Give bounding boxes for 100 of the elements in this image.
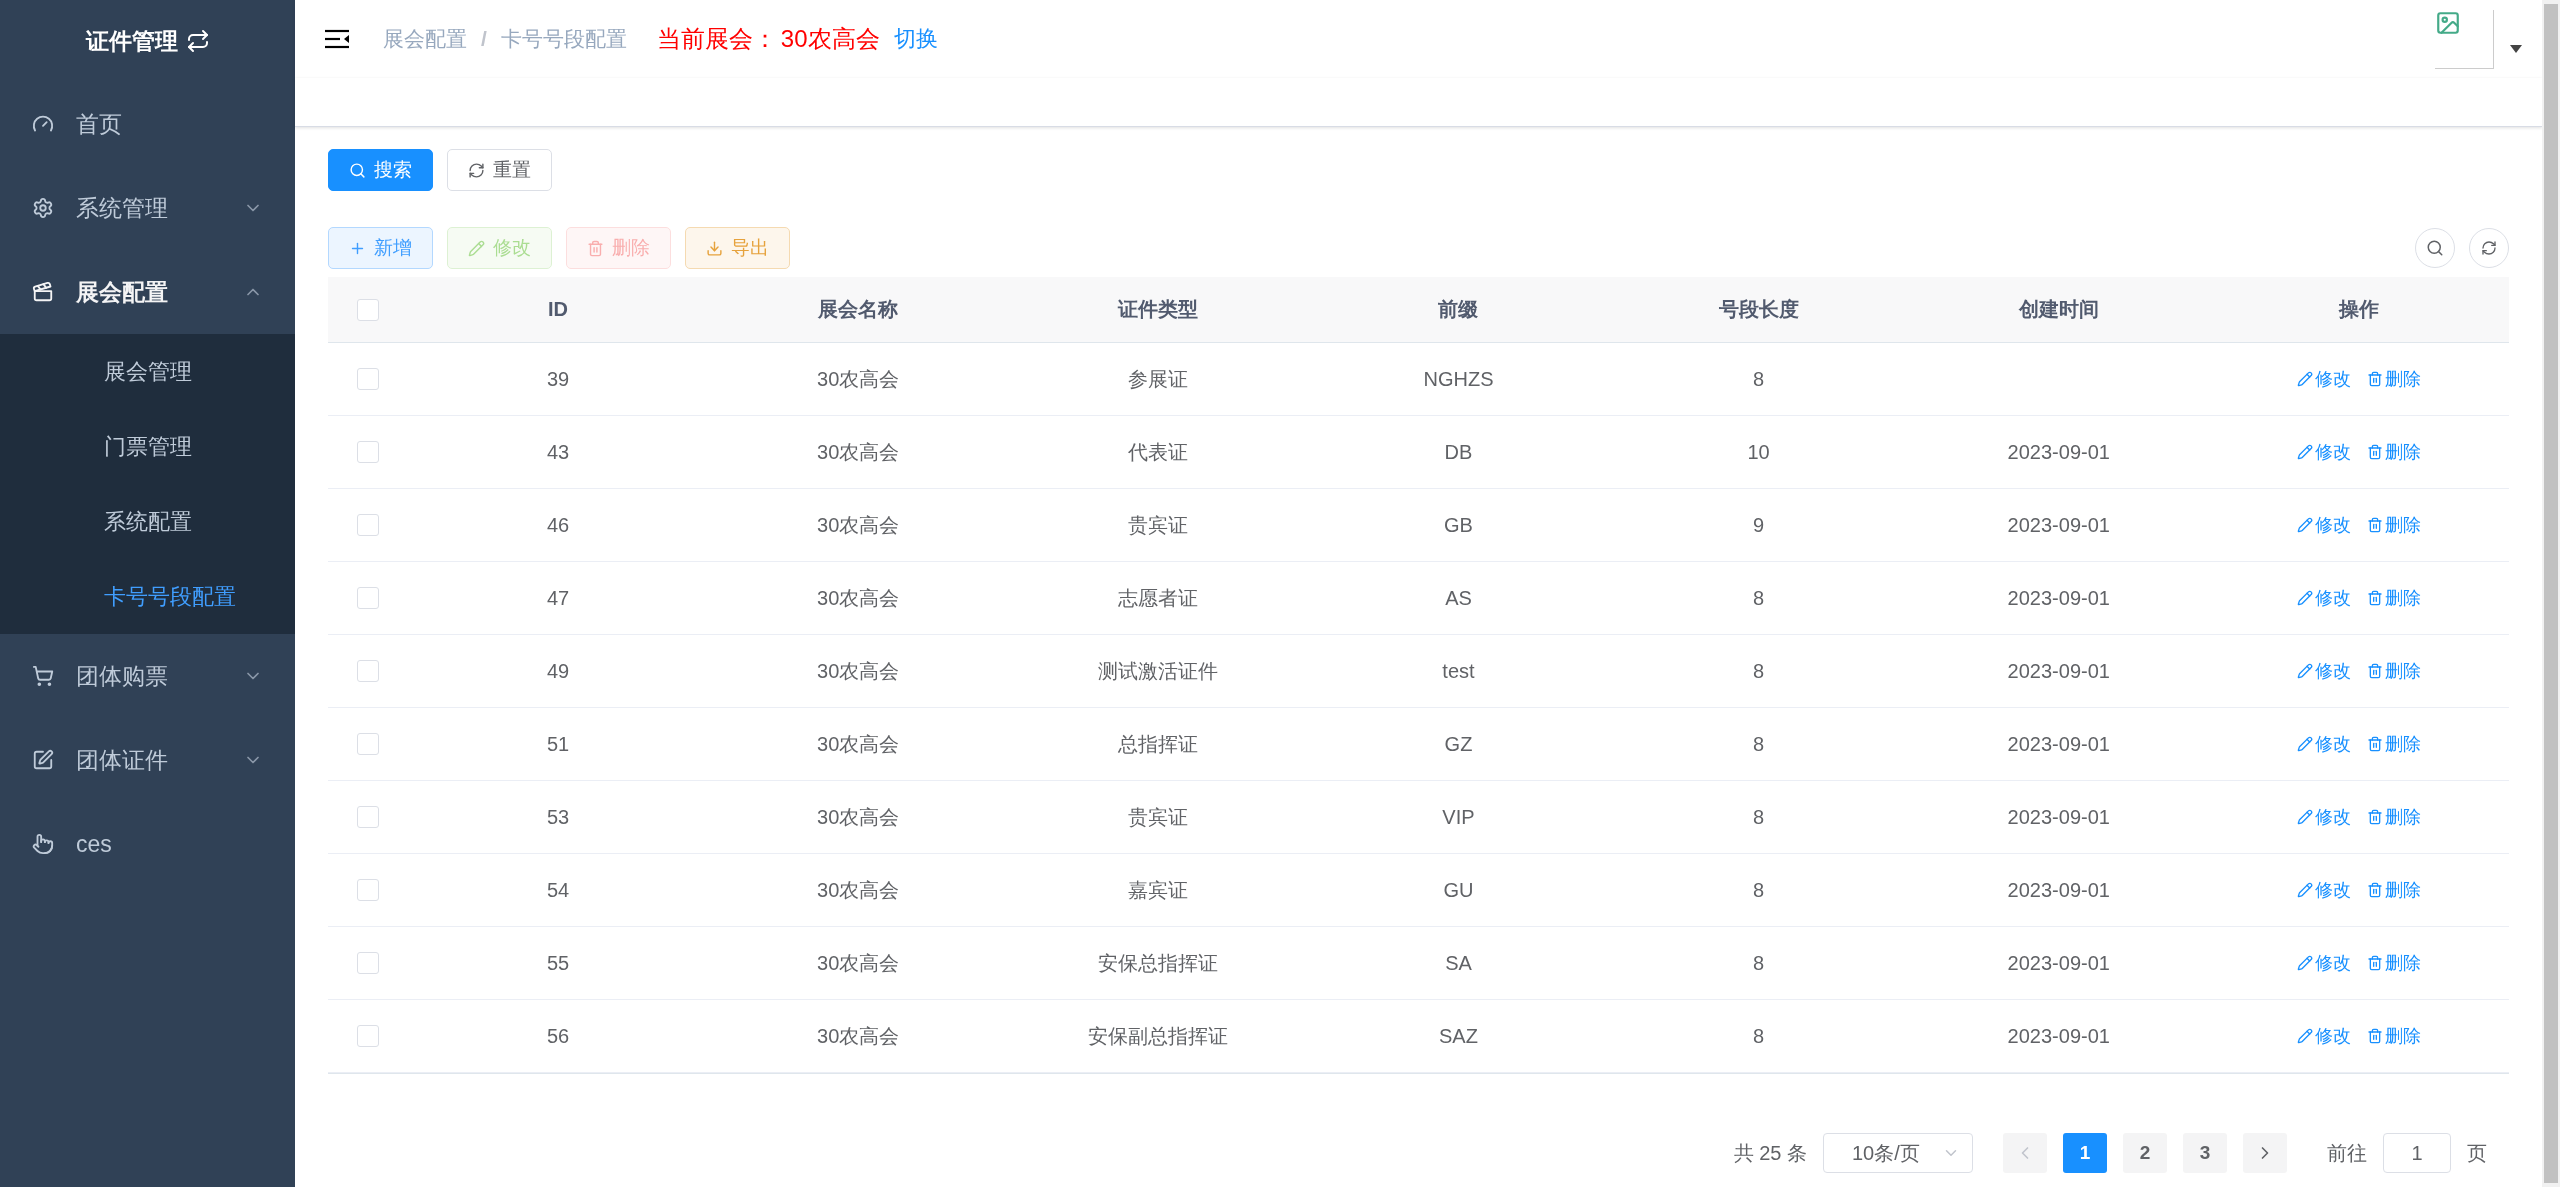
trash-icon xyxy=(2366,955,2383,971)
trash-icon xyxy=(2366,371,2383,387)
edit-link[interactable]: 修改 xyxy=(2296,805,2351,829)
edit-link[interactable]: 修改 xyxy=(2296,732,2351,756)
download-icon xyxy=(706,239,723,257)
table-cell: 总指挥证 xyxy=(1008,708,1309,781)
table-cell: 30农高会 xyxy=(708,416,1009,489)
pencil-icon xyxy=(2296,663,2313,679)
table-cell: 30农高会 xyxy=(708,927,1009,1000)
row-checkbox[interactable] xyxy=(357,660,379,682)
row-checkbox[interactable] xyxy=(357,806,379,828)
select-all-checkbox[interactable] xyxy=(357,298,379,321)
refresh-icon xyxy=(2481,240,2497,256)
search-icon xyxy=(349,161,366,179)
search-toggle-button[interactable] xyxy=(2415,228,2455,268)
total-count: 共 25 条 xyxy=(1733,1140,1807,1166)
submenu-item[interactable]: 系统配置 xyxy=(0,484,295,559)
delete-link[interactable]: 删除 xyxy=(2366,367,2421,391)
breadcrumb-item[interactable]: 展会配置 xyxy=(383,25,467,53)
row-checkbox[interactable] xyxy=(357,587,379,609)
caret-down-icon[interactable] xyxy=(2510,45,2522,53)
edit-link[interactable]: 修改 xyxy=(2296,1024,2351,1048)
avatar[interactable] xyxy=(2435,9,2494,69)
submenu-item[interactable]: 展会管理 xyxy=(0,334,295,409)
menu-item[interactable]: ces xyxy=(0,802,295,886)
menu-item[interactable]: 团体证件 xyxy=(0,718,295,802)
submenu-item[interactable]: 门票管理 xyxy=(0,409,295,484)
table-cell: 8 xyxy=(1608,1000,1909,1073)
table-cell: 2023-09-01 xyxy=(1908,562,2209,635)
table-cell: 30农高会 xyxy=(708,1000,1009,1073)
search-icon xyxy=(2426,239,2444,257)
table-cell: GZ xyxy=(1308,708,1609,781)
table-cell: 2023-09-01 xyxy=(1908,708,2209,781)
table-cell: VIP xyxy=(1308,781,1609,854)
delete-link[interactable]: 删除 xyxy=(2366,878,2421,902)
row-checkbox[interactable] xyxy=(357,368,379,390)
edit-link[interactable]: 修改 xyxy=(2296,440,2351,464)
edit-link[interactable]: 修改 xyxy=(2296,513,2351,537)
row-checkbox[interactable] xyxy=(357,514,379,536)
delete-link[interactable]: 删除 xyxy=(2366,659,2421,683)
prev-page-button[interactable] xyxy=(2003,1133,2047,1173)
table-cell: 贵宾证 xyxy=(1008,781,1309,854)
trash-icon xyxy=(2366,809,2383,825)
goto-page-input[interactable]: 1 xyxy=(2383,1133,2451,1173)
row-checkbox[interactable] xyxy=(357,952,379,974)
edit-link[interactable]: 修改 xyxy=(2296,367,2351,391)
delete-link[interactable]: 删除 xyxy=(2366,440,2421,464)
column-header: 号段长度 xyxy=(1608,277,1909,343)
table-cell: 2023-09-01 xyxy=(1908,854,2209,927)
menu-item[interactable]: 首页 xyxy=(0,82,295,166)
pencil-icon xyxy=(2296,371,2313,387)
menu-item[interactable]: 系统管理 xyxy=(0,166,295,250)
refresh-button[interactable] xyxy=(2469,228,2509,268)
edit-link[interactable]: 修改 xyxy=(2296,878,2351,902)
table-cell: 30农高会 xyxy=(708,562,1009,635)
table-cell: 2023-09-01 xyxy=(1908,635,2209,708)
toolbar-button[interactable]: 导出 xyxy=(685,227,790,269)
table-cell: 43 xyxy=(408,416,709,489)
table-cell: 46 xyxy=(408,489,709,562)
page-size-select[interactable]: 10条/页 xyxy=(1823,1133,1973,1173)
next-page-button[interactable] xyxy=(2243,1133,2287,1173)
swap-icon[interactable] xyxy=(185,29,210,53)
row-checkbox[interactable] xyxy=(357,733,379,755)
table-cell: 8 xyxy=(1608,635,1909,708)
delete-link[interactable]: 删除 xyxy=(2366,732,2421,756)
edit-link[interactable]: 修改 xyxy=(2296,951,2351,975)
column-header: 展会名称 xyxy=(708,277,1009,343)
edit-link[interactable]: 修改 xyxy=(2296,586,2351,610)
edit-link[interactable]: 修改 xyxy=(2296,659,2351,683)
row-checkbox[interactable] xyxy=(357,1025,379,1047)
pencil-icon xyxy=(468,239,485,257)
search-action-button[interactable]: 重置 xyxy=(447,149,552,191)
table-cell: 56 xyxy=(408,1000,709,1073)
table-cell: 49 xyxy=(408,635,709,708)
row-checkbox[interactable] xyxy=(357,441,379,463)
menu-item[interactable]: 展会配置 xyxy=(0,250,295,334)
switch-link[interactable]: 切换 xyxy=(893,24,938,54)
submenu-item[interactable]: 卡号号段配置 xyxy=(0,559,295,634)
page-button[interactable]: 1 xyxy=(2063,1133,2107,1173)
pencil-icon xyxy=(2296,590,2313,606)
menu-item[interactable]: 团体购票 xyxy=(0,634,295,718)
table-cell: 30农高会 xyxy=(708,708,1009,781)
column-header: ID xyxy=(408,277,709,343)
row-checkbox[interactable] xyxy=(357,879,379,901)
delete-link[interactable]: 删除 xyxy=(2366,1024,2421,1048)
delete-link[interactable]: 删除 xyxy=(2366,586,2421,610)
page-button[interactable]: 3 xyxy=(2183,1133,2227,1173)
delete-link[interactable]: 删除 xyxy=(2366,513,2421,537)
page-button[interactable]: 2 xyxy=(2123,1133,2167,1173)
menu-icon[interactable] xyxy=(325,29,349,49)
search-action-button[interactable]: 搜索 xyxy=(328,149,433,191)
column-header: 操作 xyxy=(2208,277,2509,343)
delete-link[interactable]: 删除 xyxy=(2366,951,2421,975)
gear-icon xyxy=(32,197,54,219)
pencil-icon xyxy=(2296,444,2313,460)
column-header: 前缀 xyxy=(1308,277,1609,343)
table-cell: 8 xyxy=(1608,781,1909,854)
toolbar-button[interactable]: 新增 xyxy=(328,227,433,269)
table-cell: 47 xyxy=(408,562,709,635)
delete-link[interactable]: 删除 xyxy=(2366,805,2421,829)
